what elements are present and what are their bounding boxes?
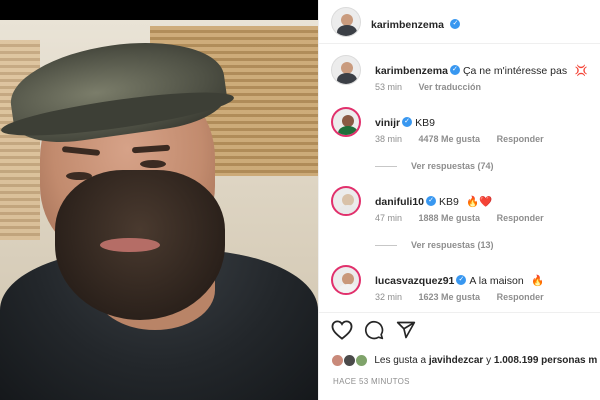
likes-count[interactable]: 1.008.199 personas m [494,355,597,366]
view-replies-label: Ver respuestas (13) [411,240,494,250]
caption-avatar[interactable] [331,55,361,85]
comment-meta: 32 min 1623 Me gusta Responder [375,292,558,302]
post-header: karimbenzema ✓ [319,0,600,44]
liker-avatar [342,354,356,367]
author-username[interactable]: karimbenzema [371,19,444,31]
comment-avatar[interactable] [331,265,361,295]
view-replies-link[interactable]: Ver respuestas (74) [375,161,494,171]
right-eye [140,160,166,168]
post-timestamp: HACE 53 MINUTOS [333,377,410,386]
verified-badge-icon: ✓ [449,64,460,75]
mouth [100,238,160,252]
comment-time: 47 min [375,213,403,223]
comment-time: 38 min [375,134,403,144]
reply-button[interactable]: Responder [497,134,544,144]
reply-button[interactable]: Responder [497,213,544,223]
caption-content: karimbenzema ✓ Ça ne m'intéresse pas 💢 [375,61,588,79]
likes-summary: Les gusta a javihdezcar y 1.008.199 pers… [331,354,597,367]
comment-text: KB9 [439,196,459,208]
photo-top-bar [0,0,318,20]
likes-text: Les gusta a javihdezcar y 1.008.199 pers… [374,355,597,366]
caption-time: 53 min [375,82,403,92]
comment-likes[interactable]: 4478 Me gusta [419,134,481,144]
comment-likes[interactable]: 1888 Me gusta [419,213,481,223]
comment-username[interactable]: vinijr [375,117,400,129]
caption-meta: 53 min Ver traducción [375,82,495,92]
comment-text: KB9 [415,117,435,129]
reply-button[interactable]: Responder [497,292,544,302]
comment-avatar[interactable] [331,107,361,137]
comment-emojis: 🔥❤️ [466,196,493,208]
caption-username[interactable]: karimbenzema [375,65,448,77]
view-replies-link[interactable]: Ver respuestas (13) [375,240,494,250]
verified-badge-icon: ✓ [456,274,467,285]
comment-time: 32 min [375,292,403,302]
comment-username[interactable]: lucasvazquez91 [375,275,454,287]
comment-username[interactable]: danifuli10 [375,196,424,208]
comment-avatar[interactable] [331,186,361,216]
view-replies-label: Ver respuestas (74) [411,161,494,171]
comment-likes[interactable]: 1623 Me gusta [419,292,481,302]
verified-badge-icon: ✓ [402,116,413,127]
comment-meta: 38 min 4478 Me gusta Responder [375,134,558,144]
paper-plane-icon[interactable] [396,320,416,340]
caption-emoji: 💢 [574,65,588,77]
caption-text: Ça ne m'intéresse pas [462,65,568,77]
comment-content: vinijr ✓ KB9 [375,113,435,131]
likes-prefix: Les gusta a [374,355,427,366]
post-photo[interactable] [0,0,318,400]
liker-avatar [354,354,368,367]
likes-conjunction: y [486,355,492,366]
left-eye [66,172,92,180]
comment-content: lucasvazquez91 ✓ A la maison 🔥 [375,271,544,289]
heart-icon[interactable] [331,320,353,340]
post-actions: Les gusta a javihdezcar y 1.008.199 pers… [319,312,600,400]
verified-badge-icon: ✓ [450,18,461,29]
comment-text: A la maison [469,275,524,287]
see-translation-link[interactable]: Ver traducción [419,82,482,92]
comment-icon[interactable] [364,320,384,340]
comment-content: danifuli10 ✓ KB9 🔥❤️ [375,192,492,210]
comment-emojis: 🔥 [531,275,545,287]
author-avatar[interactable] [331,7,361,37]
comment-meta: 47 min 1888 Me gusta Responder [375,213,558,223]
verified-badge-icon: ✓ [426,195,437,206]
liker-username[interactable]: javihdezcar [429,355,483,366]
post-panel: karimbenzema ✓ karimbenzema ✓ Ça ne m'inté… [318,0,600,400]
